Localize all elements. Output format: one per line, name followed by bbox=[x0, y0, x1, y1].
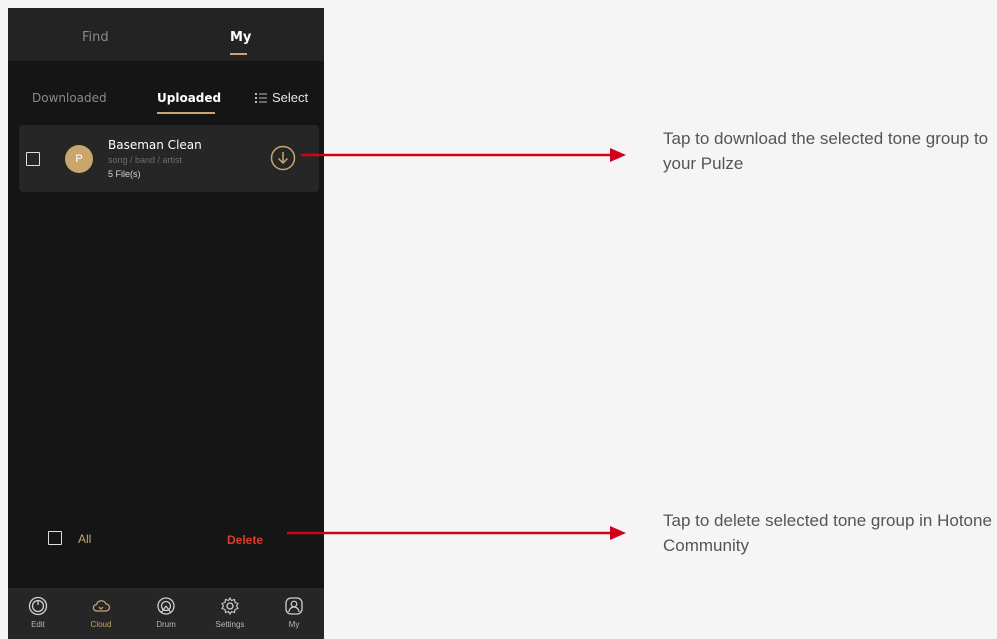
download-annotation: Tap to download the selected tone group … bbox=[663, 129, 989, 173]
delete-callout-arrow bbox=[287, 526, 626, 540]
download-callout-arrow bbox=[301, 148, 626, 162]
delete-annotation: Tap to delete selected tone group in Hot… bbox=[663, 511, 992, 555]
